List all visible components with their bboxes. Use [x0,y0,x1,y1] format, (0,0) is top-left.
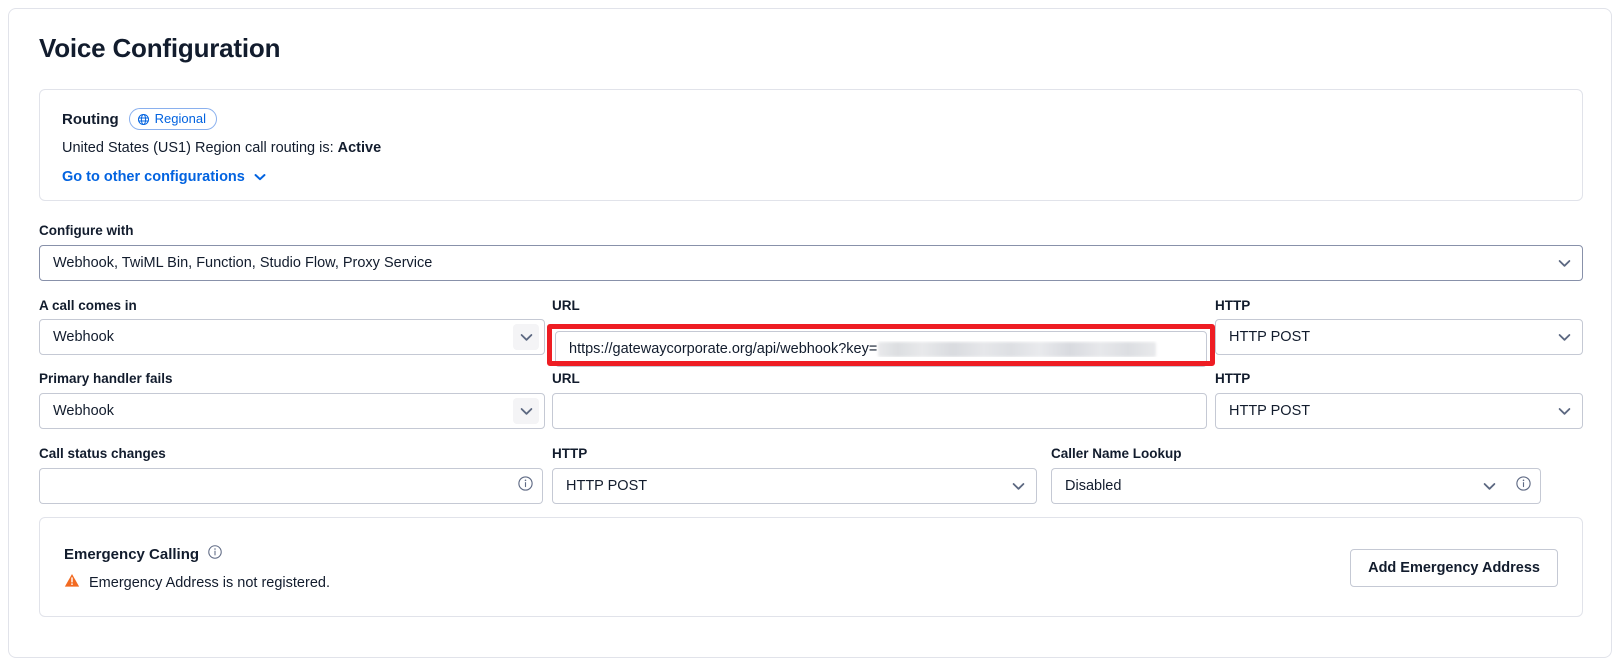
routing-badge-label: Regional [154,111,206,126]
primary-handler-fails-http-select[interactable]: HTTP POST [1215,393,1583,429]
a-call-comes-in-http-value: HTTP POST [1229,329,1311,345]
caller-name-lookup-select[interactable]: Disabled [1051,468,1507,504]
info-icon [517,475,534,497]
a-call-comes-in-http-label: HTTP [1215,298,1251,313]
caller-name-lookup-label: Caller Name Lookup [1051,446,1182,461]
globe-icon [137,113,150,126]
call-comes-in-url-value-wrap: https://gatewaycorporate.org/api/webhook… [556,341,1206,357]
voice-configuration-card: Voice Configuration Routing Regional Uni… [8,8,1612,658]
chevron-down-icon[interactable] [1476,473,1502,499]
a-call-comes-in-label: A call comes in [39,298,137,313]
redacted-api-key [878,341,1157,357]
a-call-comes-in-handler-select[interactable]: Webhook [39,319,545,355]
chevron-down-icon[interactable] [513,398,539,424]
go-to-other-configurations-link[interactable]: Go to other configurations [62,169,266,185]
configure-with-select[interactable]: Webhook, TwiML Bin, Function, Studio Flo… [39,245,1583,281]
primary-handler-fails-handler-value: Webhook [53,403,114,419]
call-status-changes-url-input[interactable] [39,468,509,504]
chevron-down-icon [254,169,266,185]
add-emergency-address-button[interactable]: Add Emergency Address [1350,549,1558,587]
primary-handler-fails-label: Primary handler fails [39,371,173,386]
call-status-changes-label: Call status changes [39,446,166,461]
emergency-address-warning: Emergency Address is not registered. [64,573,330,592]
routing-status-prefix: United States (US1) Region call routing … [62,140,334,156]
call-status-changes-http-label: HTTP [552,446,588,461]
primary-handler-fails-url-label: URL [552,371,580,386]
call-comes-in-url-text: https://gatewaycorporate.org/api/webhook… [569,341,878,357]
emergency-calling-panel: Emergency Calling Emergency Address is n… [39,517,1583,617]
caller-name-lookup-value: Disabled [1065,478,1122,494]
primary-handler-fails-http-label: HTTP [1215,371,1251,386]
a-call-comes-in-handler-value: Webhook [53,329,114,345]
page-title: Voice Configuration [39,33,281,63]
go-to-other-configurations-label: Go to other configurations [62,169,245,185]
configure-with-value: Webhook, TwiML Bin, Function, Studio Flo… [53,255,433,271]
routing-header: Routing Regional [62,108,217,130]
routing-status-value: Active [337,140,382,156]
call-status-changes-http-select[interactable]: HTTP POST [552,468,1037,504]
call-status-changes-info-button[interactable] [509,468,543,504]
chevron-down-icon[interactable] [1005,473,1031,499]
chevron-down-icon[interactable] [1551,250,1577,276]
emergency-calling-title: Emergency Calling [64,545,200,563]
a-call-comes-in-http-select[interactable]: HTTP POST [1215,319,1583,355]
chevron-down-icon[interactable] [513,324,539,350]
routing-regional-badge: Regional [128,108,217,130]
info-icon[interactable] [207,544,223,564]
a-call-comes-in-url-label: URL [552,298,580,313]
primary-handler-fails-http-value: HTTP POST [1229,403,1311,419]
primary-handler-fails-url-input[interactable] [552,393,1207,429]
call-comes-in-url-input[interactable]: https://gatewaycorporate.org/api/webhook… [555,331,1207,367]
chevron-down-icon[interactable] [1551,324,1577,350]
caller-name-lookup-info-button[interactable] [1507,468,1541,504]
emergency-warning-text: Emergency Address is not registered. [89,574,330,591]
chevron-down-icon[interactable] [1551,398,1577,424]
routing-panel: Routing Regional United States (US1) Reg… [39,89,1583,201]
warning-triangle-icon [64,573,80,592]
call-status-changes-http-value: HTTP POST [566,478,648,494]
configure-with-label: Configure with [39,223,134,238]
emergency-calling-title-row: Emergency Calling [64,544,223,564]
routing-label: Routing [62,110,119,128]
routing-status: United States (US1) Region call routing … [62,140,381,156]
info-icon [1515,475,1532,497]
primary-handler-fails-handler-select[interactable]: Webhook [39,393,545,429]
